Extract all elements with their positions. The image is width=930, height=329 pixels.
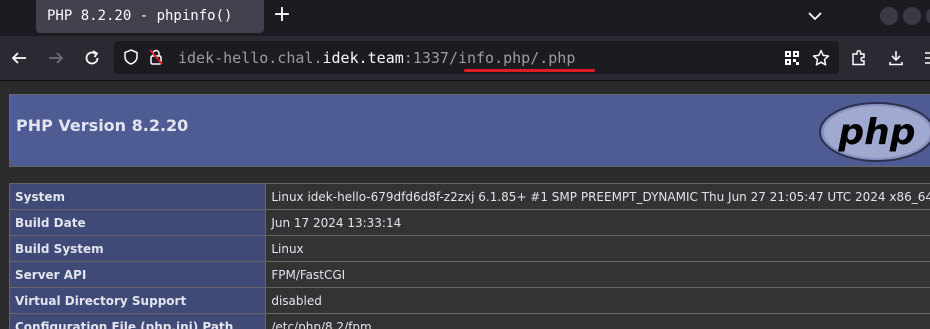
qr-code-icon[interactable] xyxy=(784,50,800,66)
shield-icon[interactable] xyxy=(123,49,139,65)
tab-phpinfo[interactable]: PHP 8.2.20 - phpinfo() xyxy=(36,0,264,33)
url-path: /info.php/.php xyxy=(448,49,576,67)
url-host-prefix: idek-hello.chal. xyxy=(178,49,323,67)
tab-title: PHP 8.2.20 - phpinfo() xyxy=(47,8,233,24)
table-row: Server API FPM/FastCGI xyxy=(8,261,930,288)
row-value: /etc/php/8.2/fpm xyxy=(265,313,930,329)
row-value: FPM/FastCGI xyxy=(265,261,930,288)
row-label: Virtual Directory Support xyxy=(8,287,267,314)
extensions-puzzle-icon[interactable] xyxy=(849,48,869,68)
table-row: Build Date Jun 17 2024 13:33:14 xyxy=(8,209,930,236)
table-row: System Linux idek-hello-679dfd6d8f-z2zxj … xyxy=(8,183,930,210)
row-label: System xyxy=(8,183,267,210)
php-info-table: System Linux idek-hello-679dfd6d8f-z2zxj … xyxy=(8,183,930,329)
php-header: PHP Version 8.2.20 php xyxy=(9,94,930,167)
new-tab-plus-icon[interactable]: + xyxy=(270,4,294,28)
url-text[interactable]: idek-hello.chal.idek.team:1337/info.php/… xyxy=(178,49,575,67)
forward-arrow-icon[interactable] xyxy=(46,48,66,68)
row-label: Server API xyxy=(8,261,267,288)
row-label: Build Date xyxy=(8,209,267,236)
row-value: disabled xyxy=(265,287,930,314)
reload-icon[interactable] xyxy=(82,48,102,68)
list-tabs-chevron-down-icon[interactable] xyxy=(805,6,825,26)
row-label: Build System xyxy=(8,235,267,262)
php-logo-text: php xyxy=(837,112,915,153)
url-port: :1337 xyxy=(403,49,449,67)
row-value: Linux xyxy=(265,235,930,262)
back-arrow-icon[interactable] xyxy=(9,48,29,68)
tab-strip: PHP 8.2.20 - phpinfo() + xyxy=(0,0,930,36)
maximize-button[interactable] xyxy=(903,7,921,25)
table-row: Virtual Directory Support disabled xyxy=(8,287,930,314)
table-row: Build System Linux xyxy=(8,235,930,262)
row-value: Linux idek-hello-679dfd6d8f-z2zxj 6.1.85… xyxy=(265,183,930,210)
table-row: Configuration File (php.ini) Path/etc/ph… xyxy=(8,313,930,329)
row-value: Jun 17 2024 13:33:14 xyxy=(265,209,930,236)
page-content: PHP Version 8.2.20 php System Linux idek-… xyxy=(0,81,930,329)
php-logo[interactable]: php xyxy=(816,100,930,164)
bookmark-star-icon[interactable] xyxy=(812,49,830,67)
row-label: Configuration File (php.ini) Path xyxy=(8,313,267,329)
insecure-lock-icon[interactable] xyxy=(148,48,164,66)
navigation-toolbar: idek-hello.chal.idek.team:1337/info.php/… xyxy=(0,36,930,81)
downloads-icon[interactable] xyxy=(886,48,906,68)
close-button[interactable] xyxy=(926,7,930,25)
minimize-button[interactable] xyxy=(880,7,898,25)
menu-hamburger-icon[interactable] xyxy=(922,48,930,68)
url-path-red-underline xyxy=(464,69,595,72)
page-title: PHP Version 8.2.20 xyxy=(16,116,189,135)
url-host-domain: idek.team xyxy=(322,49,404,67)
